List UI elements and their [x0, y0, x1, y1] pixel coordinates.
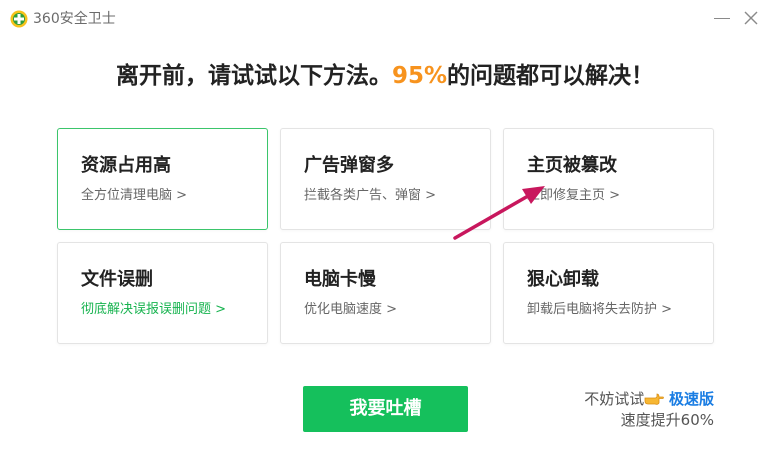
headline-percentage: 95% [391, 63, 448, 89]
card-link[interactable]: 卸载后电脑将失去防护 > [527, 301, 672, 319]
title-bar: 360安全卫士 [0, 0, 770, 38]
feedback-button[interactable]: 我要吐槽 [303, 386, 468, 432]
card-title: 狠心卸载 [527, 269, 599, 290]
fast-version-link[interactable]: 极速版 [669, 390, 714, 408]
app-name: 360安全卫士 [33, 11, 116, 27]
card-link[interactable]: 拦截各类广告、弹窗 > [304, 187, 436, 205]
card-popup-ads[interactable]: 广告弹窗多 拦截各类广告、弹窗 > [280, 128, 491, 230]
speedup-text: 速度提升60% [620, 411, 714, 429]
promo-try-text: 不妨试试 [584, 390, 645, 408]
headline-text-end: 的问题都可以解决！ [447, 63, 655, 89]
headline-text: 离开前，请试试以下方法。 [115, 63, 392, 89]
card-title: 主页被篡改 [527, 155, 617, 176]
card-link[interactable]: 全方位清理电脑 > [81, 187, 187, 205]
card-link[interactable]: 立即修复主页 > [527, 187, 620, 205]
close-icon[interactable] [743, 10, 759, 26]
minimize-button[interactable] [714, 18, 730, 19]
card-link[interactable]: 彻底解决误报误删问题 > [81, 301, 226, 319]
card-title: 电脑卡慢 [304, 269, 376, 290]
card-title: 文件误删 [81, 269, 153, 290]
card-title: 资源占用高 [81, 155, 171, 176]
card-pc-slow[interactable]: 电脑卡慢 优化电脑速度 > [280, 242, 491, 344]
card-homepage-hijacked[interactable]: 主页被篡改 立即修复主页 > [503, 128, 714, 230]
card-title: 广告弹窗多 [304, 155, 394, 176]
fast-version-promo: 不妨试试 极速版 速度提升60% [584, 389, 714, 431]
card-file-deleted[interactable]: 文件误删 彻底解决误报误删问题 > [57, 242, 268, 344]
card-resource-usage[interactable]: 资源占用高 全方位清理电脑 > [57, 128, 268, 230]
360-logo-icon [10, 10, 28, 28]
pointing-hand-icon [644, 393, 665, 405]
headline: 离开前，请试试以下方法。95%的问题都可以解决！ [0, 60, 770, 92]
card-link[interactable]: 优化电脑速度 > [304, 301, 397, 319]
card-uninstall[interactable]: 狠心卸载 卸载后电脑将失去防护 > [503, 242, 714, 344]
